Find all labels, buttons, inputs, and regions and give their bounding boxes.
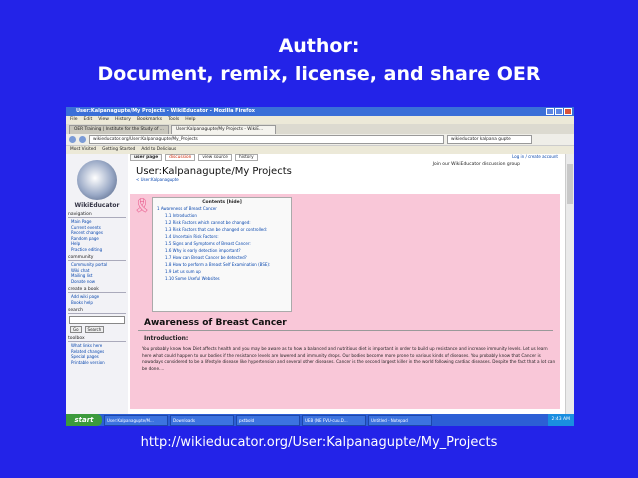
search-input[interactable]: wikieducator kalpana gupte	[447, 135, 532, 144]
toc-item[interactable]: 1.1 Introduction	[165, 212, 287, 219]
browser-tabs: OER Training | Institute for the Study o…	[66, 124, 574, 134]
login-link[interactable]: Log in / create account	[512, 154, 558, 159]
start-button[interactable]: start	[66, 414, 102, 426]
menu-edit[interactable]: Edit	[84, 116, 93, 124]
menu-history[interactable]: History	[115, 116, 131, 124]
sidebar-item[interactable]: Donate now	[71, 279, 128, 285]
vertical-scrollbar[interactable]	[565, 154, 574, 414]
scrollbar-thumb[interactable]	[567, 164, 573, 204]
menu-file[interactable]: File	[70, 116, 78, 124]
toc-item[interactable]: 1.6 Why is early detection important?	[165, 247, 287, 254]
web-page: WikiEducator navigation Main Page Curren…	[66, 154, 574, 414]
browser-screenshot: User:Kalpanagupte/My Projects - WikiEduc…	[66, 107, 574, 426]
site-logo-text: WikiEducator	[74, 202, 120, 209]
sidebar-item[interactable]: Printable version	[71, 360, 128, 366]
address-bar[interactable]: wikieducator.org/User:Kalpanagupte/My_Pr…	[89, 135, 444, 144]
toc-item[interactable]: 1.8 How to perform a Breast Self Examina…	[165, 261, 287, 268]
taskbar-item[interactable]: Downloads	[170, 414, 234, 426]
tab-user-page[interactable]: user page	[130, 154, 163, 161]
globe-logo-icon[interactable]	[77, 160, 117, 200]
sidebar-search-input[interactable]	[69, 316, 125, 324]
close-button[interactable]	[564, 108, 572, 115]
sidebar-heading-create: create a book	[68, 287, 126, 293]
bookmark-item[interactable]: Getting Started	[102, 146, 135, 154]
toc-item[interactable]: 1.7 How can Breast Cancer be detected?	[165, 254, 287, 261]
tab-history[interactable]: history	[234, 154, 258, 161]
sidebar-item[interactable]: Books help	[71, 300, 128, 306]
menu-tools[interactable]: Tools	[168, 116, 179, 124]
bookmark-item[interactable]: Add to Delicious	[141, 146, 176, 154]
sidebar-heading-toolbox: toolbox	[68, 336, 126, 342]
wiki-content: user page discussion view source history…	[130, 154, 570, 414]
back-icon[interactable]	[69, 136, 76, 143]
article-body: 🎗 Contents [hide] 1 Awareness of Breast …	[130, 194, 560, 409]
system-clock: 2:43 AM	[547, 414, 574, 426]
menu-view[interactable]: View	[98, 116, 109, 124]
toc-item[interactable]: 1 Awareness of Breast Cancer	[157, 205, 287, 212]
toc-item[interactable]: 1.3 Risk Factors that can be changed or …	[165, 226, 287, 233]
menu-bookmarks[interactable]: Bookmarks	[137, 116, 162, 124]
page-title: User:Kalpanagupte/My Projects	[136, 166, 292, 177]
breadcrumb[interactable]: < User:Kalpanagupte	[136, 177, 570, 182]
taskbar-item[interactable]: UEB (NE FVU-cuu.D...	[302, 414, 366, 426]
toc-item[interactable]: 1.10 Some Useful Websites	[165, 275, 287, 282]
divider	[138, 330, 553, 331]
search-button[interactable]: Search	[84, 326, 105, 333]
navigation-toolbar: wikieducator.org/User:Kalpanagupte/My_Pr…	[66, 134, 574, 146]
toc-item[interactable]: 1.4 Uncertain Risk Factors:	[165, 233, 287, 240]
windows-taskbar: start User:Kalpanagupte/M... Downloads p…	[66, 414, 574, 426]
slide-title-line1: Author:	[278, 35, 360, 57]
pink-ribbon-icon: 🎗	[133, 198, 151, 214]
table-of-contents: Contents [hide] 1 Awareness of Breast Ca…	[152, 197, 292, 312]
taskbar-item[interactable]: Untitled - Notepad	[368, 414, 432, 426]
minimize-button[interactable]	[546, 108, 554, 115]
maximize-button[interactable]	[555, 108, 563, 115]
sidebar-item[interactable]: Practice editing	[71, 247, 128, 253]
toc-item[interactable]: 1.5 Signs and Symptoms of Breast Cancer:	[165, 240, 287, 247]
subsection-heading: Introduction:	[144, 335, 189, 342]
taskbar-item[interactable]: pxtbold	[236, 414, 300, 426]
site-notice[interactable]: Join our WikiEducator discussion group	[433, 162, 520, 167]
tab-view-source[interactable]: view source	[198, 154, 232, 161]
go-button[interactable]: Go	[70, 326, 82, 333]
browser-tab[interactable]: OER Training | Institute for the Study o…	[69, 125, 169, 134]
sidebar-search-buttons: Go Search	[70, 326, 128, 333]
section-heading: Awareness of Breast Cancer	[144, 318, 287, 328]
sidebar-heading-navigation: navigation	[68, 212, 126, 218]
taskbar-item[interactable]: User:Kalpanagupte/M...	[104, 414, 168, 426]
tab-discussion[interactable]: discussion	[165, 154, 196, 161]
article-paragraph: You probably know how Diet affects healt…	[142, 346, 556, 371]
bookmark-item[interactable]: Most Visited	[70, 146, 96, 154]
content-tabs: user page discussion view source history	[130, 154, 570, 161]
toc-item[interactable]: 1.9 Let us sum up	[165, 268, 287, 275]
wiki-sidebar: WikiEducator navigation Main Page Curren…	[66, 154, 128, 414]
sidebar-heading-search: search	[68, 308, 126, 314]
window-title: User:Kalpanagupte/My Projects - WikiEduc…	[76, 108, 256, 114]
window-titlebar: User:Kalpanagupte/My Projects - WikiEduc…	[66, 107, 574, 116]
window-controls	[546, 108, 572, 115]
browser-tab-active[interactable]: User:Kalpanagupte/My Projects - WikiE...	[171, 125, 276, 134]
menu-bar: File Edit View History Bookmarks Tools H…	[66, 116, 574, 124]
toc-item[interactable]: 1.2 Risk Factors which cannot be changed…	[165, 219, 287, 226]
slide-url: http://wikieducator.org/User:Kalpanagupt…	[140, 435, 498, 450]
forward-icon[interactable]	[79, 136, 86, 143]
slide-title-line2: Document, remix, license, and share OER	[97, 63, 541, 85]
menu-help[interactable]: Help	[185, 116, 195, 124]
sidebar-heading-community: community	[68, 255, 126, 261]
